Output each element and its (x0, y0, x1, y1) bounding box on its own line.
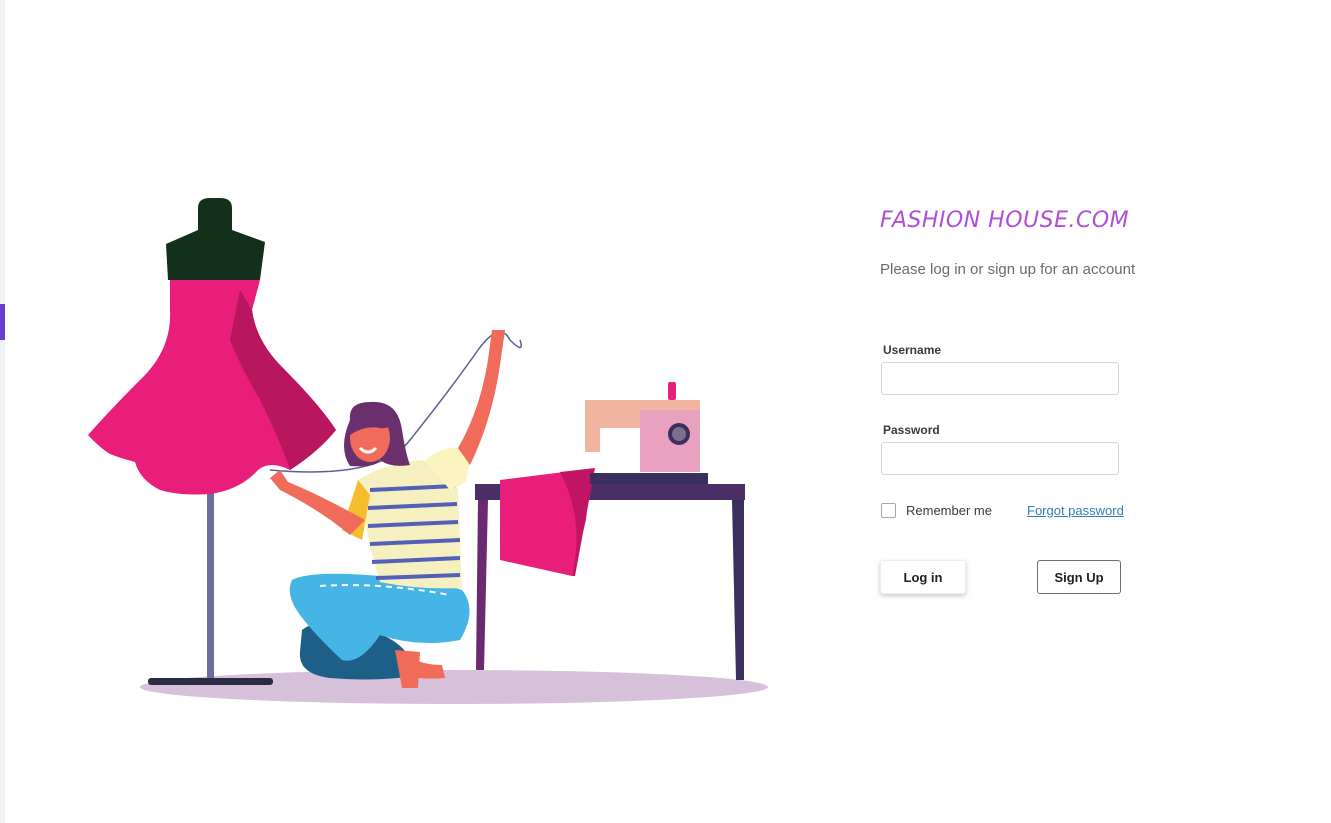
floor-shadow (140, 670, 768, 704)
mannequin-base (148, 678, 273, 685)
password-input[interactable] (881, 442, 1119, 475)
remember-me-label: Remember me (906, 503, 992, 518)
brand-title: FASHION HOUSE.COM (880, 208, 1130, 233)
arm-left (270, 470, 365, 535)
signup-button[interactable]: Sign Up (1037, 560, 1121, 594)
forgot-password-link[interactable]: Forgot password (1027, 503, 1124, 518)
login-page: FASHION HOUSE.COM Please log in or sign … (0, 0, 1331, 823)
password-label: Password (883, 423, 940, 437)
sewing-machine-base (590, 473, 708, 484)
left-accent-marker (0, 304, 5, 340)
username-label: Username (883, 343, 942, 357)
login-button[interactable]: Log in (880, 560, 966, 594)
table-leg-right (732, 500, 744, 680)
arm-right (458, 330, 505, 465)
login-subtitle: Please log in or sign up for an account (880, 261, 1136, 278)
spool (668, 382, 676, 400)
sewing-machine-wheel-inner (672, 427, 686, 441)
mannequin-head (166, 198, 265, 280)
sewing-machine-panel (640, 410, 700, 472)
remember-me-checkbox[interactable] (881, 503, 896, 518)
seamstress-illustration (88, 198, 768, 704)
username-input[interactable] (881, 362, 1119, 395)
table-leg-left (476, 500, 488, 670)
mannequin-pole (207, 490, 214, 678)
left-edge-strip (0, 0, 5, 823)
